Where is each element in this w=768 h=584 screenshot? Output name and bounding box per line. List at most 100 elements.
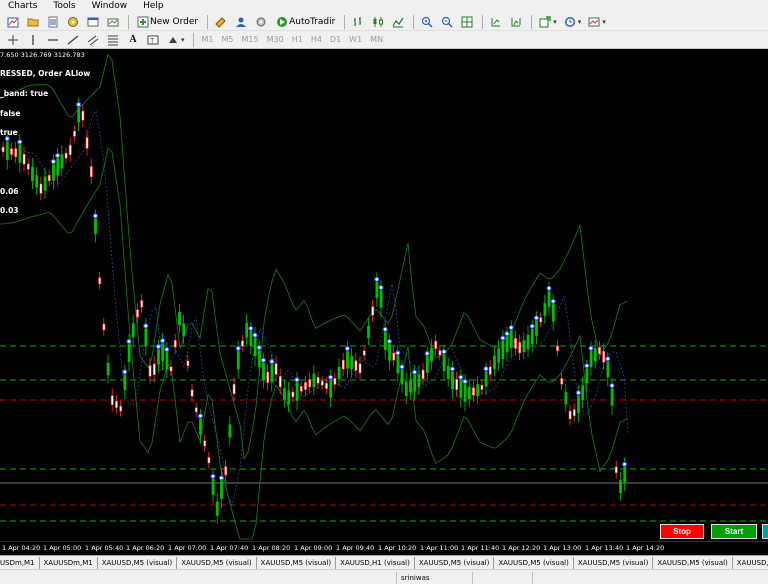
zoom-in-icon — [420, 15, 434, 29]
candle-body — [207, 457, 211, 464]
terminal-button[interactable] — [84, 14, 102, 30]
market-watch-button[interactable] — [44, 14, 62, 30]
timeframe-m30[interactable]: M30 — [263, 35, 288, 44]
trade-marker — [546, 285, 552, 291]
candle-body — [425, 356, 429, 373]
candle-body — [547, 290, 551, 308]
candle-body — [1, 146, 5, 153]
menu-help[interactable]: Help — [135, 0, 172, 13]
timeframe-m15[interactable]: M15 — [238, 35, 263, 44]
chart-tab[interactable]: XAUUSDm,M1 — [40, 556, 98, 569]
channel-button[interactable] — [84, 32, 102, 48]
trade-marker — [374, 276, 380, 282]
text-button[interactable]: A — [124, 32, 142, 48]
trendline-button[interactable] — [64, 32, 82, 48]
timeframe-d1[interactable]: D1 — [326, 35, 345, 44]
zoom-in-button[interactable] — [418, 14, 436, 30]
bar-chart-button[interactable] — [349, 14, 367, 30]
autotrading-button[interactable]: AutoTradir — [272, 14, 338, 30]
chart-tab[interactable]: XAUUSD,M5 (visual) — [177, 556, 257, 569]
chart-shift-button[interactable] — [507, 14, 525, 30]
chart-tab[interactable]: XAUUSD,M5 (visual) — [494, 556, 574, 569]
meta-editor-button[interactable] — [212, 14, 230, 30]
menu-charts[interactable]: Charts — [0, 0, 45, 13]
trade-marker — [160, 338, 166, 344]
candle-body — [136, 309, 139, 318]
templates-button[interactable]: ▾ — [585, 14, 608, 30]
line-studies-toolbar: A T ▾ M1 M5 M15 M30 H1 H4 D1 W1 MN — [0, 31, 768, 49]
price-chart[interactable]: 7.650 3126.769 3126.783 RESSED, Order AL… — [0, 49, 768, 541]
timeframe-h4[interactable]: H4 — [307, 35, 326, 44]
zoom-out-button[interactable] — [438, 14, 456, 30]
navigator-button[interactable] — [64, 14, 82, 30]
tester-button[interactable] — [104, 14, 122, 30]
arrows-button[interactable]: ▾ — [164, 32, 187, 48]
candle-body — [236, 351, 240, 370]
candle-body — [73, 130, 76, 137]
candle-body — [585, 368, 589, 384]
chart-tab[interactable]: XAUUSD,H1 (visual) — [336, 556, 415, 569]
candle-body — [106, 362, 110, 376]
trade-marker — [550, 298, 556, 304]
line-chart-button[interactable] — [389, 14, 407, 30]
chart-tab[interactable]: XAUUSD,M5 (visual) — [415, 556, 495, 569]
tester-icon — [106, 15, 120, 29]
arrows-icon — [166, 33, 180, 47]
chart-tab[interactable]: XAUUSD,M5 (visual) — [257, 556, 337, 569]
chart-tab[interactable]: XAUUSD,M5 (visual) — [98, 556, 178, 569]
chart-tab[interactable]: XAUUSD,M5 (visual) — [653, 556, 733, 569]
chart-tab[interactable]: XAUUSD,M5 (visual) — [733, 557, 768, 569]
new-order-button[interactable]: New Order — [133, 14, 201, 30]
indicators-icon — [538, 15, 552, 29]
candle-body — [127, 344, 131, 362]
trade-marker — [252, 332, 258, 338]
stop-button[interactable]: Stop — [660, 524, 704, 539]
candle-body — [94, 218, 97, 234]
text-label-button[interactable]: T — [144, 32, 162, 48]
candle-body — [232, 383, 236, 395]
timeframe-w1[interactable]: W1 — [345, 35, 366, 44]
profiles-button[interactable] — [24, 14, 42, 30]
candle-body — [329, 379, 333, 398]
chevron-down-icon: ▾ — [577, 17, 582, 26]
candle-body — [593, 348, 597, 362]
vertical-line-button[interactable] — [24, 32, 42, 48]
timeframe-mn[interactable]: MN — [366, 35, 387, 44]
candle-body — [610, 388, 614, 406]
chart-tab[interactable]: XAUUSD,M5 (visual) — [574, 556, 654, 569]
auto-scroll-button[interactable] — [487, 14, 505, 30]
candle-body — [115, 400, 118, 408]
extra-button[interactable] — [762, 524, 768, 539]
timeframe-h1[interactable]: H1 — [288, 35, 307, 44]
candle-body — [56, 158, 60, 176]
chart-tab[interactable]: USDm,M1 — [0, 556, 40, 569]
menu-tools[interactable]: Tools — [45, 0, 83, 13]
ea-flag-line: false — [0, 109, 21, 118]
indicators-button[interactable]: ▾ — [536, 14, 559, 30]
candlestick-button[interactable] — [369, 14, 387, 30]
periods-button[interactable]: ▾ — [561, 14, 584, 30]
trade-marker — [294, 377, 300, 383]
candle-body — [110, 395, 114, 406]
trade-marker — [621, 461, 628, 467]
options-button[interactable] — [252, 14, 270, 30]
trade-marker — [609, 382, 615, 389]
candle-body — [509, 330, 513, 349]
signals-button[interactable] — [232, 14, 250, 30]
fibonacci-button[interactable] — [104, 32, 122, 48]
crosshair-button[interactable] — [4, 32, 22, 48]
svg-text:T: T — [150, 38, 155, 45]
candle-body — [77, 107, 81, 123]
horizontal-line-button[interactable] — [44, 32, 62, 48]
start-button[interactable]: Start — [711, 524, 757, 539]
trade-marker — [269, 358, 275, 365]
candle-body — [308, 379, 312, 388]
timeframe-m1[interactable]: M1 — [198, 35, 218, 44]
candle-body — [85, 137, 89, 149]
menu-window[interactable]: Window — [84, 0, 136, 13]
folder-icon — [26, 15, 40, 29]
new-chart-button[interactable] — [4, 14, 22, 30]
timeframe-m5[interactable]: M5 — [218, 35, 238, 44]
candle-body — [388, 344, 391, 361]
tile-windows-button[interactable] — [458, 14, 476, 30]
